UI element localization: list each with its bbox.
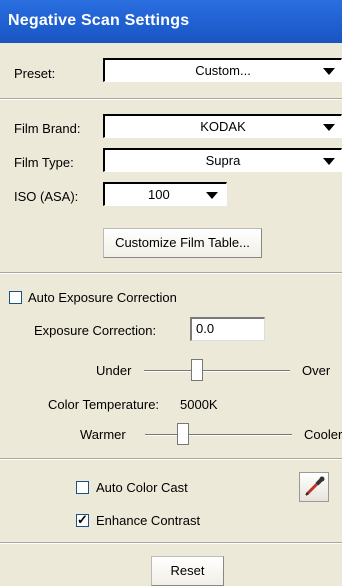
- divider: [0, 272, 342, 274]
- exposure-slider-track[interactable]: [144, 370, 290, 372]
- reset-button[interactable]: Reset: [151, 556, 224, 586]
- exposure-correction-input[interactable]: 0.0: [190, 317, 265, 341]
- auto-exposure-label: Auto Exposure Correction: [28, 290, 177, 305]
- chevron-down-icon: [323, 68, 335, 75]
- checkmark-icon: ✓: [77, 512, 88, 527]
- exposure-correction-label: Exposure Correction:: [34, 323, 157, 338]
- title-bar: Negative Scan Settings: [0, 0, 342, 43]
- film-brand-label: Film Brand:: [14, 121, 81, 136]
- auto-color-cast-label: Auto Color Cast: [96, 480, 188, 495]
- divider: [0, 98, 342, 100]
- eyedropper-button[interactable]: [299, 472, 329, 502]
- over-label: Over: [302, 363, 331, 378]
- film-brand-value: KODAK: [200, 119, 246, 134]
- warmer-label: Warmer: [80, 427, 126, 442]
- customize-film-table-button[interactable]: Customize Film Table...: [103, 228, 262, 258]
- iso-label: ISO (ASA):: [14, 189, 79, 204]
- eyedropper-icon: [305, 476, 325, 496]
- exposure-slider-thumb[interactable]: [191, 359, 203, 381]
- auto-exposure-checkbox[interactable]: [9, 291, 22, 304]
- film-type-label: Film Type:: [14, 155, 74, 170]
- window-title: Negative Scan Settings: [8, 12, 190, 29]
- temperature-slider-thumb[interactable]: [177, 423, 189, 445]
- chevron-down-icon: [206, 192, 218, 199]
- preset-select[interactable]: Custom...: [103, 58, 342, 82]
- auto-color-cast-checkbox[interactable]: [76, 481, 89, 494]
- chevron-down-icon: [323, 158, 335, 165]
- under-label: Under: [96, 363, 132, 378]
- divider: [0, 458, 342, 460]
- film-type-value: Supra: [205, 153, 241, 168]
- color-temperature-label: Color Temperature:: [48, 397, 160, 412]
- preset-value: Custom...: [195, 63, 251, 78]
- chevron-down-icon: [323, 124, 335, 131]
- preset-label: Preset:: [14, 66, 56, 81]
- iso-value: 100: [148, 187, 170, 202]
- film-type-select[interactable]: Supra: [103, 148, 342, 172]
- color-temperature-value: 5000K: [180, 397, 218, 412]
- divider: [0, 542, 342, 544]
- enhance-contrast-checkbox[interactable]: ✓: [76, 512, 89, 527]
- iso-select[interactable]: 100: [103, 182, 227, 206]
- enhance-contrast-label: Enhance Contrast: [96, 513, 201, 528]
- film-brand-select[interactable]: KODAK: [103, 114, 342, 138]
- cooler-label: Cooler: [304, 427, 342, 442]
- temperature-slider-track[interactable]: [145, 434, 292, 436]
